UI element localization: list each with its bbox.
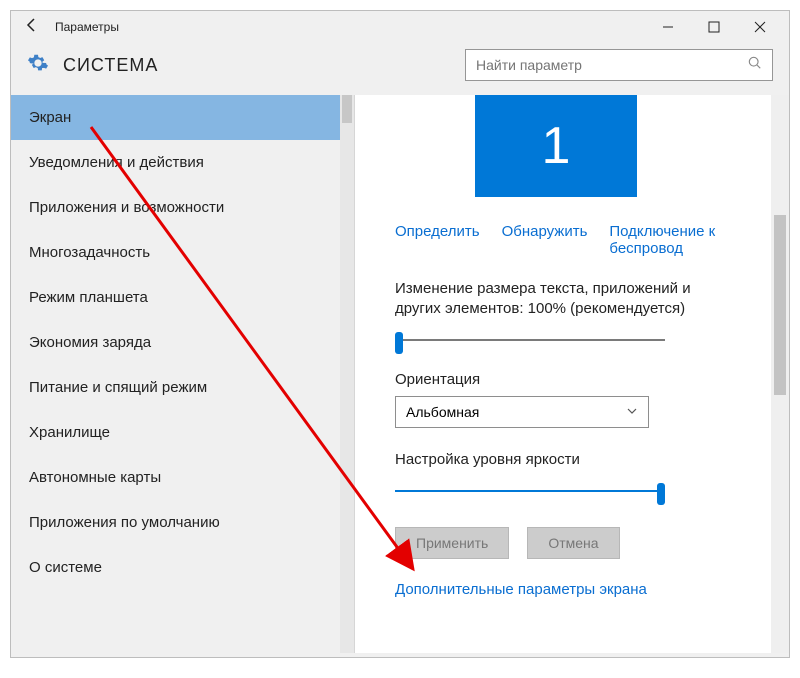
sidebar-item-10[interactable]: О системе (11, 545, 354, 590)
sidebar-scrollbar[interactable] (340, 95, 354, 653)
sidebar-item-0[interactable]: Экран (11, 95, 354, 140)
sidebar-item-4[interactable]: Режим планшета (11, 275, 354, 320)
search-box[interactable] (465, 49, 773, 81)
brightness-label: Настройка уровня яркости (395, 450, 735, 470)
gear-icon (27, 52, 49, 79)
sidebar: ЭкранУведомления и действияПриложения и … (11, 95, 355, 653)
sidebar-item-2[interactable]: Приложения и возможности (11, 185, 354, 230)
header: СИСТЕМА (11, 43, 789, 95)
search-input[interactable] (476, 57, 748, 73)
monitor-preview[interactable]: 1 (475, 95, 637, 197)
orientation-value: Альбомная (406, 404, 479, 420)
content-scrollbar[interactable] (771, 95, 789, 653)
scale-label: Изменение размера текста, приложений и д… (395, 279, 735, 318)
sidebar-item-1[interactable]: Уведомления и действия (11, 140, 354, 185)
orientation-label: Ориентация (395, 370, 735, 390)
brightness-slider[interactable] (395, 479, 665, 503)
minimize-button[interactable] (645, 11, 691, 43)
sidebar-item-3[interactable]: Многозадачность (11, 230, 354, 275)
apply-button[interactable]: Применить (395, 527, 509, 559)
sidebar-item-7[interactable]: Хранилище (11, 410, 354, 455)
advanced-display-link[interactable]: Дополнительные параметры экрана (395, 581, 789, 598)
close-button[interactable] (737, 11, 783, 43)
section-title: СИСТЕМА (63, 55, 158, 76)
search-icon (748, 56, 762, 75)
sidebar-item-5[interactable]: Экономия заряда (11, 320, 354, 365)
sidebar-item-6[interactable]: Питание и спящий режим (11, 365, 354, 410)
content-pane: 1 Определить Обнаружить Подключение к бе… (355, 95, 789, 653)
maximize-button[interactable] (691, 11, 737, 43)
wireless-connect-link[interactable]: Подключение к беспровод (609, 223, 789, 257)
detect-link[interactable]: Обнаружить (502, 223, 588, 257)
chevron-down-icon (626, 404, 638, 420)
sidebar-item-8[interactable]: Автономные карты (11, 455, 354, 500)
identify-link[interactable]: Определить (395, 223, 480, 257)
monitor-id: 1 (542, 116, 571, 176)
scale-slider[interactable] (395, 328, 665, 352)
sidebar-item-9[interactable]: Приложения по умолчанию (11, 500, 354, 545)
window-title: Параметры (47, 20, 119, 34)
orientation-select[interactable]: Альбомная (395, 396, 649, 428)
back-button[interactable] (17, 17, 47, 38)
titlebar: Параметры (11, 11, 789, 43)
cancel-button[interactable]: Отмена (527, 527, 619, 559)
